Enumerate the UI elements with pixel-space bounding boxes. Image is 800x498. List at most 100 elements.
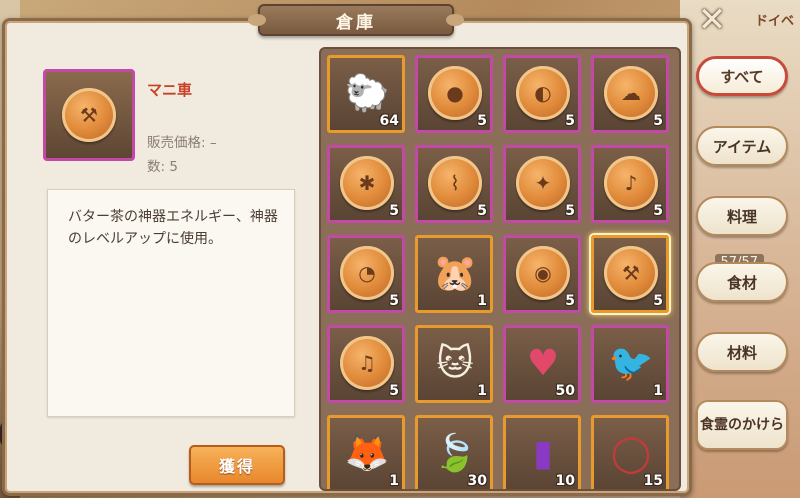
tab-food-soul-fragments[interactable]: 食霊のかけら (696, 400, 788, 450)
hamster-icon-glyph: 🐹 (432, 253, 478, 294)
cake-symbol: ● (446, 81, 464, 105)
white-cat-icon-glyph: 🐱 (436, 342, 474, 384)
inventory-grid: 🐑 64 ● 5 ◐ 5 ☁ 5 ✱ 5 ⌇ 5 ✦ 5 ♪ 5 ◔ 5 🐹 1 ◉ 5 ⚒ 5 ♫ 5 🐱 1 ♥ 50 🐦 1 🦊 1 🍃 30 ▮… (327, 55, 679, 489)
inventory-slot[interactable]: ☁ 5 (591, 55, 669, 133)
inventory-slot[interactable]: 🐹 1 (415, 235, 493, 313)
close-button[interactable]: ✕ (690, 0, 734, 40)
butter-cake-disc: ◐ (516, 66, 570, 120)
window-title-banner: 倉庫 (248, 4, 464, 36)
butter-cake-icon: ● (426, 64, 484, 122)
slot-count: 5 (389, 203, 399, 219)
cake-symbol: ☁ (621, 81, 641, 105)
item-name: マニ車 (147, 81, 193, 99)
inventory-slot[interactable]: ◐ 5 (503, 55, 581, 133)
inventory-slot[interactable]: ✦ 5 (503, 145, 581, 223)
inventory-slot[interactable]: ♪ 5 (591, 145, 669, 223)
background-event-text: ドイベ (754, 14, 794, 29)
inventory-slot[interactable]: ⚒ 5 (591, 235, 669, 313)
slot-count: 1 (477, 383, 487, 399)
inventory-slot[interactable]: ◉ 5 (503, 235, 581, 313)
slot-count: 5 (565, 203, 575, 219)
inventory-slot[interactable]: 🐱 1 (415, 325, 493, 403)
butter-cake-icon: ⚒ (62, 88, 116, 142)
inventory-slot[interactable]: ▮ 10 (503, 415, 581, 489)
obtain-button[interactable]: 獲得 (189, 445, 285, 485)
cake-symbol: ⚒ (622, 261, 640, 285)
slot-count: 5 (565, 113, 575, 129)
tab-materials[interactable]: 材料 (696, 332, 788, 372)
inventory-slot[interactable]: ◯ 15 (591, 415, 669, 489)
white-cat-icon: 🐱 (426, 334, 484, 392)
cake-symbol: ◉ (534, 261, 552, 285)
butter-cake-disc: ● (428, 66, 482, 120)
butter-cake-icon: ♫ (338, 334, 396, 392)
cake-symbol: ◔ (358, 261, 376, 285)
slot-count: 10 (555, 473, 575, 489)
storage-panel: ⚒ マニ車 販売価格: – 数: 5 バター茶の神器エネルギー、神器のレベルアッ… (2, 18, 692, 496)
slot-count: 64 (379, 113, 399, 129)
slot-count: 5 (389, 293, 399, 309)
slot-count: 1 (477, 293, 487, 309)
hamster-icon: 🐹 (426, 244, 484, 302)
slot-count: 5 (477, 113, 487, 129)
butter-cake-disc: ♫ (340, 336, 394, 390)
butter-cake-disc: ◉ (516, 246, 570, 300)
butter-cake-icon: ⌇ (426, 154, 484, 212)
inventory-slot[interactable]: ♥ 50 (503, 325, 581, 403)
slot-count: 5 (389, 383, 399, 399)
tab-items[interactable]: アイテム (696, 126, 788, 166)
inventory-slot[interactable]: ♫ 5 (327, 325, 405, 403)
butter-cake-disc: ☁ (604, 66, 658, 120)
slot-count: 1 (653, 383, 663, 399)
item-description: バター茶の神器エネルギー、神器のレベルアップに使用。 (47, 189, 295, 417)
inventory-grid-area[interactable]: 🐑 64 ● 5 ◐ 5 ☁ 5 ✱ 5 ⌇ 5 ✦ 5 ♪ 5 ◔ 5 🐹 1 ◉ 5 ⚒ 5 ♫ 5 🐱 1 ♥ 50 🐦 1 🦊 1 🍃 30 ▮… (319, 47, 681, 491)
butter-cake-icon: ♪ (602, 154, 660, 212)
tab-dishes[interactable]: 料理 (696, 196, 788, 236)
butter-cake-icon: ☁ (602, 64, 660, 122)
heart-emblem-icon-glyph: ♥ (526, 342, 560, 384)
inventory-slot[interactable]: 🐑 64 (327, 55, 405, 133)
butter-cake-icon: ⚒ (602, 244, 660, 302)
sheep-group-icon-glyph: 🐑 (344, 73, 390, 114)
cake-symbol: ◐ (534, 81, 552, 105)
slot-count: 15 (643, 473, 663, 489)
inventory-slot[interactable]: ● 5 (415, 55, 493, 133)
inventory-slot[interactable]: 🍃 30 (415, 415, 493, 489)
cake-symbol: ♪ (624, 171, 638, 195)
magpie-bird-icon: 🐦 (602, 334, 660, 392)
inventory-slot[interactable]: 🐦 1 (591, 325, 669, 403)
slot-count: 5 (653, 113, 663, 129)
butter-cake-disc: ⚒ (604, 246, 658, 300)
slot-count: 5 (653, 203, 663, 219)
cake-symbol: ✱ (358, 171, 376, 195)
bead-bracelet-icon-glyph: ◯ (610, 432, 652, 474)
slot-count: 1 (389, 473, 399, 489)
tab-all[interactable]: すべて (696, 56, 788, 96)
cake-symbol: ♫ (358, 351, 376, 375)
purple-pouch-icon-glyph: ▮ (533, 432, 553, 474)
slot-count: 50 (555, 383, 575, 399)
tab-ingredients[interactable]: 食材 (696, 262, 788, 302)
magpie-bird-icon-glyph: 🐦 (608, 343, 654, 384)
slot-count: 30 (467, 473, 487, 489)
cake-symbol: ✦ (534, 171, 552, 195)
inventory-slot[interactable]: 🦊 1 (327, 415, 405, 489)
butter-cake-disc: ✦ (516, 156, 570, 210)
white-fox-icon-glyph: 🦊 (344, 433, 390, 474)
white-fox-icon: 🦊 (338, 424, 396, 482)
butter-cake-icon: ◉ (514, 244, 572, 302)
close-icon: ✕ (697, 0, 727, 40)
butter-cake-disc: ⌇ (428, 156, 482, 210)
butter-cake-icon: ◔ (338, 244, 396, 302)
inventory-slot[interactable]: ⌇ 5 (415, 145, 493, 223)
slot-count: 5 (653, 293, 663, 309)
slot-count: 5 (477, 203, 487, 219)
item-count: 数: 5 (147, 159, 178, 175)
selected-item-icon: ⚒ (43, 69, 135, 161)
inventory-slot[interactable]: ✱ 5 (327, 145, 405, 223)
inventory-slot[interactable]: ◔ 5 (327, 235, 405, 313)
butter-cake-icon: ✱ (338, 154, 396, 212)
tea-leaf-icon-glyph: 🍃 (432, 433, 478, 474)
window-title: 倉庫 (336, 12, 376, 33)
item-price: 販売価格: – (147, 135, 217, 151)
